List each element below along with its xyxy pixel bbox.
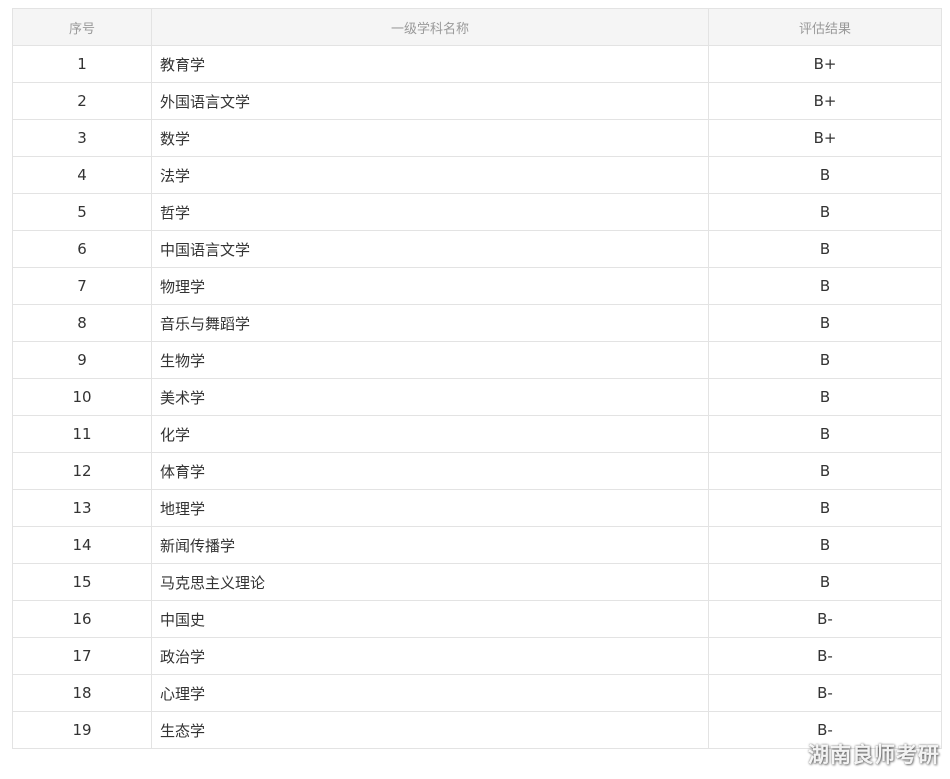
row-discipline-name: 马克思主义理论	[151, 563, 709, 601]
table-header-row: 序号 一级学科名称 评估结果	[12, 8, 942, 46]
row-index: 7	[12, 267, 152, 305]
table-row: 8 音乐与舞蹈学 B	[12, 304, 942, 342]
table-row: 13 地理学 B	[12, 489, 942, 527]
table-row: 12 体育学 B	[12, 452, 942, 490]
row-index: 4	[12, 156, 152, 194]
header-index: 序号	[12, 8, 152, 46]
row-index: 10	[12, 378, 152, 416]
row-index: 18	[12, 674, 152, 712]
row-index: 19	[12, 711, 152, 749]
header-discipline-name: 一级学科名称	[151, 8, 709, 46]
row-index: 15	[12, 563, 152, 601]
row-discipline-name: 生态学	[151, 711, 709, 749]
row-evaluation-result: B+	[708, 45, 942, 83]
table-row: 1 教育学 B+	[12, 45, 942, 83]
table-row: 17 政治学 B-	[12, 637, 942, 675]
row-evaluation-result: B	[708, 341, 942, 379]
watermark: 湖南良师考研	[808, 743, 940, 767]
row-evaluation-result: B	[708, 230, 942, 268]
table-row: 4 法学 B	[12, 156, 942, 194]
row-evaluation-result: B	[708, 526, 942, 564]
row-discipline-name: 哲学	[151, 193, 709, 231]
row-evaluation-result: B	[708, 193, 942, 231]
row-evaluation-result: B-	[708, 674, 942, 712]
row-discipline-name: 政治学	[151, 637, 709, 675]
row-discipline-name: 数学	[151, 119, 709, 157]
row-index: 17	[12, 637, 152, 675]
row-evaluation-result: B	[708, 563, 942, 601]
row-discipline-name: 教育学	[151, 45, 709, 83]
row-index: 8	[12, 304, 152, 342]
table-row: 18 心理学 B-	[12, 674, 942, 712]
row-discipline-name: 体育学	[151, 452, 709, 490]
row-index: 3	[12, 119, 152, 157]
table-row: 16 中国史 B-	[12, 600, 942, 638]
row-discipline-name: 新闻传播学	[151, 526, 709, 564]
row-evaluation-result: B	[708, 304, 942, 342]
table-row: 9 生物学 B	[12, 341, 942, 379]
table-row: 3 数学 B+	[12, 119, 942, 157]
row-discipline-name: 中国语言文学	[151, 230, 709, 268]
row-evaluation-result: B	[708, 156, 942, 194]
row-index: 6	[12, 230, 152, 268]
row-discipline-name: 音乐与舞蹈学	[151, 304, 709, 342]
table-row: 11 化学 B	[12, 415, 942, 453]
row-evaluation-result: B+	[708, 82, 942, 120]
row-index: 14	[12, 526, 152, 564]
row-evaluation-result: B	[708, 489, 942, 527]
row-discipline-name: 物理学	[151, 267, 709, 305]
table-row: 19 生态学 B-	[12, 711, 942, 749]
row-discipline-name: 生物学	[151, 341, 709, 379]
row-discipline-name: 法学	[151, 156, 709, 194]
discipline-evaluation-table: 序号 一级学科名称 评估结果 1 教育学 B+ 2 外国语言文学 B+ 3 数学 B+ 4 法学 B 5…	[12, 8, 942, 749]
table-body: 1 教育学 B+ 2 外国语言文学 B+ 3 数学 B+ 4 法学 B 5 哲学 B 6 中国语言文学 B 7 物理学…	[12, 45, 942, 749]
table-row: 15 马克思主义理论 B	[12, 563, 942, 601]
row-index: 1	[12, 45, 152, 83]
row-index: 16	[12, 600, 152, 638]
row-index: 2	[12, 82, 152, 120]
row-index: 9	[12, 341, 152, 379]
row-evaluation-result: B	[708, 415, 942, 453]
table-row: 7 物理学 B	[12, 267, 942, 305]
row-discipline-name: 中国史	[151, 600, 709, 638]
row-discipline-name: 心理学	[151, 674, 709, 712]
table-row: 10 美术学 B	[12, 378, 942, 416]
evaluation-table-container: 序号 一级学科名称 评估结果 1 教育学 B+ 2 外国语言文学 B+ 3 数学 B+ 4 法学 B 5…	[12, 8, 942, 749]
row-discipline-name: 地理学	[151, 489, 709, 527]
row-index: 5	[12, 193, 152, 231]
row-evaluation-result: B+	[708, 119, 942, 157]
table-row: 14 新闻传播学 B	[12, 526, 942, 564]
row-evaluation-result: B	[708, 267, 942, 305]
table-row: 5 哲学 B	[12, 193, 942, 231]
row-index: 12	[12, 452, 152, 490]
row-index: 11	[12, 415, 152, 453]
row-evaluation-result: B-	[708, 600, 942, 638]
row-evaluation-result: B-	[708, 637, 942, 675]
row-discipline-name: 美术学	[151, 378, 709, 416]
header-evaluation-result: 评估结果	[708, 8, 942, 46]
row-index: 13	[12, 489, 152, 527]
row-discipline-name: 化学	[151, 415, 709, 453]
table-row: 2 外国语言文学 B+	[12, 82, 942, 120]
row-evaluation-result: B	[708, 452, 942, 490]
row-discipline-name: 外国语言文学	[151, 82, 709, 120]
table-row: 6 中国语言文学 B	[12, 230, 942, 268]
row-evaluation-result: B	[708, 378, 942, 416]
